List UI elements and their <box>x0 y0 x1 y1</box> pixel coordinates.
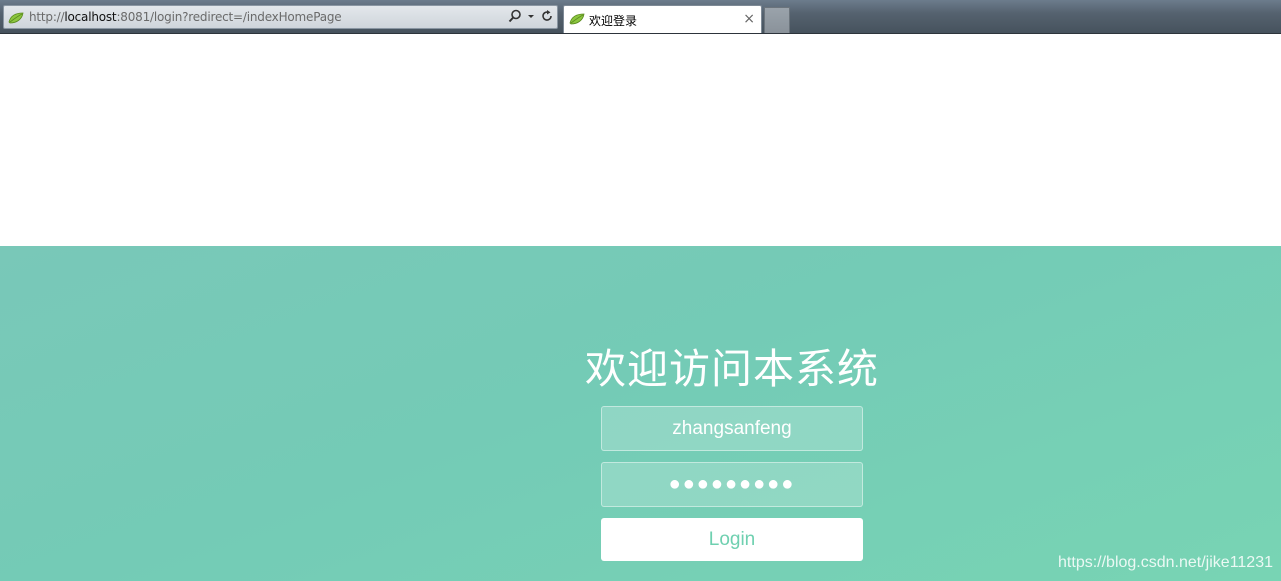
green-leaf-icon <box>8 12 24 24</box>
watermark: https://blog.csdn.net/jike11231 <box>1058 554 1273 571</box>
address-bar[interactable]: http://localhost:8081/login?redirect=/in… <box>3 5 558 29</box>
new-tab-button[interactable] <box>764 7 790 33</box>
password-input[interactable] <box>601 462 863 507</box>
url-prefix: http:// <box>29 10 65 24</box>
login-button[interactable]: Login <box>601 518 863 561</box>
login-panel: 欢迎访问本系统 Login https://blog.csdn.net/jike… <box>0 246 1281 581</box>
page-title: 欢迎访问本系统 <box>585 345 879 393</box>
tab-title: 欢迎登录 <box>589 14 638 28</box>
url-host: localhost <box>64 10 117 24</box>
browser-toolbar: http://localhost:8081/login?redirect=/in… <box>0 0 1281 34</box>
tab-login[interactable]: 欢迎登录 × <box>563 5 762 33</box>
close-icon[interactable]: × <box>743 11 755 27</box>
chevron-down-icon[interactable] <box>523 9 539 25</box>
green-leaf-icon <box>569 13 585 25</box>
url-path: :8081/login?redirect=/indexHomePage <box>116 10 342 24</box>
username-input[interactable] <box>601 406 863 451</box>
magnifier-icon[interactable] <box>507 9 523 25</box>
url-text[interactable]: http://localhost:8081/login?redirect=/in… <box>29 10 342 24</box>
refresh-icon[interactable] <box>539 9 555 25</box>
